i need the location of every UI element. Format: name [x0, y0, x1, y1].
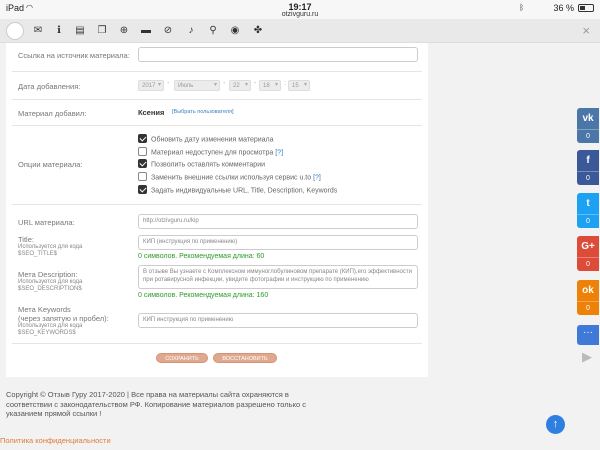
folder-icon[interactable]: ▬	[140, 25, 152, 37]
twitter-icon: t	[586, 198, 590, 209]
privacy-link[interactable]: Политика конфиденциальности	[0, 436, 111, 445]
checkbox[interactable]	[138, 172, 147, 181]
restore-button[interactable]: ВОССТАНОВИТЬ	[213, 353, 277, 363]
avatar[interactable]	[6, 22, 24, 40]
address-url[interactable]: otzivguru.ru	[0, 11, 600, 18]
description-label: Мета Description:	[18, 270, 78, 279]
divider	[12, 125, 422, 126]
mail-icon[interactable]: ✉	[32, 25, 44, 37]
checkbox[interactable]	[138, 134, 147, 143]
date-added-label: Дата добавления:	[18, 82, 81, 91]
collapse-share-icon[interactable]: ▶	[582, 349, 592, 365]
source-link-label: Ссылка на источник материала:	[18, 51, 130, 60]
eye-icon[interactable]: ◉	[229, 25, 241, 37]
googleplus-icon: G+	[581, 241, 595, 252]
source-link-input[interactable]	[138, 47, 418, 62]
choose-user-link[interactable]: [Выбрать пользователя]	[172, 109, 234, 115]
share-count: 0	[577, 171, 599, 185]
description-counter: 0 символов. Рекомендуемая длина: 160	[138, 292, 269, 299]
share-twitter-button[interactable]: t 0	[577, 193, 599, 228]
share-more-button[interactable]: ···	[577, 325, 599, 345]
material-form: Ссылка на источник материала: Дата добав…	[6, 43, 428, 377]
chevron-down-icon: ▾	[213, 82, 217, 88]
scroll-top-button[interactable]: ↑	[546, 415, 565, 434]
description-textarea[interactable]: В отзыве Вы узнаете с Комплексном иммуно…	[138, 265, 418, 289]
title-input[interactable]: КИП (инструкция по применению)	[138, 235, 418, 250]
title-label: Title:	[18, 235, 34, 244]
checkbox[interactable]	[138, 147, 147, 156]
chevron-down-icon: ▾	[274, 82, 278, 88]
checkbox[interactable]	[138, 185, 147, 194]
add-icon[interactable]: ⊕	[118, 25, 130, 37]
facebook-icon: f	[586, 155, 590, 166]
search-icon[interactable]: ⚲	[207, 25, 219, 37]
info-icon[interactable]: ℹ	[53, 25, 65, 37]
more-icon: ···	[583, 327, 593, 338]
ios-status-bar: iPad ◠ 19:17 otzivguru.ru ᛒ 36 %	[0, 0, 600, 19]
share-count: 0	[577, 214, 599, 228]
checkbox[interactable]	[138, 159, 147, 168]
odnoklassniki-icon: ok	[582, 285, 594, 296]
divider	[12, 99, 422, 100]
day-select[interactable]: 22 ▾	[229, 80, 251, 91]
options-label: Опции материала:	[18, 160, 83, 169]
vk-icon: vk	[582, 113, 594, 124]
footer-copyright: Copyright © Отзыв Гуру 2017-2020 | Все п…	[6, 390, 306, 418]
option-replace-links[interactable]: Заменить внешние ссылки используя сервис…	[138, 172, 321, 183]
bluetooth-icon: ᛒ	[519, 3, 524, 12]
month-select[interactable]: Июль ▾	[174, 80, 220, 91]
title-label-block: Title: Используется для кода $SEO_TITLE$	[18, 235, 83, 257]
divider	[12, 343, 422, 344]
year-select[interactable]: 2017 ▾	[138, 80, 164, 91]
keywords-input[interactable]: КИП инструкция по применению	[138, 313, 418, 328]
author-name: Ксения	[138, 108, 165, 117]
divider	[12, 204, 422, 205]
keywords-label-block: Мета Keywords (через запятую и пробел): …	[18, 305, 109, 336]
battery-icon	[578, 4, 594, 12]
share-odnoklassniki-button[interactable]: ok 0	[577, 280, 599, 315]
divider	[12, 71, 422, 72]
chevron-down-icon: ▾	[303, 82, 307, 88]
hour-select[interactable]: 18 ▾	[259, 80, 281, 91]
ban-icon[interactable]: ⊘	[162, 25, 174, 37]
share-googleplus-button[interactable]: G+ 0	[577, 236, 599, 271]
admin-toolbar: ✉ ℹ ▤ ❐ ⊕ ▬ ⊘ ♪ ⚲ ◉ ✤ ×	[0, 19, 600, 43]
share-count: 0	[577, 129, 599, 143]
option-allow-comments[interactable]: Позволить оставлять комментарии	[138, 159, 265, 170]
option-unavailable[interactable]: Материал недоступен для просмотра [?]	[138, 147, 283, 158]
keywords-label: Мета Keywords	[18, 305, 71, 314]
description-label-block: Мета Description: Используется для кода …	[18, 270, 83, 292]
arrow-up-icon: ↑	[552, 418, 559, 430]
keywords-label-2: (через запятую и пробел):	[18, 314, 109, 323]
close-icon[interactable]: ×	[582, 23, 590, 38]
help-link[interactable]: [?]	[275, 149, 283, 156]
share-vk-button[interactable]: vk 0	[577, 108, 599, 143]
share-count: 0	[577, 301, 599, 315]
option-custom-seo[interactable]: Задать индивидуальные URL, Title, Descri…	[138, 185, 337, 196]
document-icon[interactable]: ▤	[74, 25, 86, 37]
puzzle-icon[interactable]: ✤	[252, 25, 264, 37]
share-count: 0	[577, 257, 599, 271]
author-label: Материал добавил:	[18, 109, 87, 118]
option-update-date[interactable]: Обновить дату изменения материала	[138, 134, 274, 145]
chevron-down-icon: ▾	[244, 82, 248, 88]
url-label: URL материала:	[18, 218, 75, 227]
save-button[interactable]: СОХРАНИТЬ	[156, 353, 208, 363]
chevron-down-icon: ▾	[157, 82, 161, 88]
minute-select[interactable]: 15 ▾	[288, 80, 310, 91]
bell-icon[interactable]: ♪	[185, 25, 197, 37]
share-facebook-button[interactable]: f 0	[577, 150, 599, 185]
copy-icon[interactable]: ❐	[96, 25, 108, 37]
battery-fill	[580, 6, 586, 10]
title-counter: 0 символов. Рекомендуемая длина: 60	[138, 253, 265, 260]
help-link[interactable]: [?]	[313, 174, 321, 181]
battery-percent: 36 %	[553, 3, 574, 13]
url-input[interactable]: http://otzivguru.ru/kip	[138, 214, 418, 229]
